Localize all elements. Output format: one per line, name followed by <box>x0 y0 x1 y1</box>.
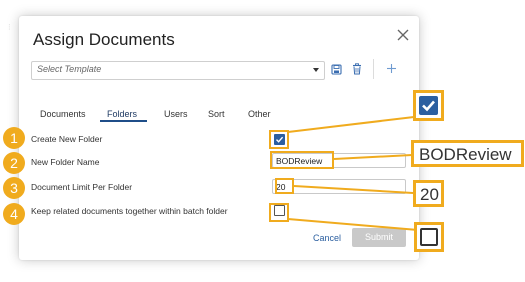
zoom-document-limit-text: 20 <box>420 185 439 204</box>
zoom-checked-checkbox <box>413 90 444 121</box>
zoom-checkbox-checked-fill <box>419 96 438 115</box>
zoom-unchecked-checkbox <box>414 222 444 252</box>
zoom-folder-name-text: BODReview <box>419 145 512 164</box>
checkmark-icon <box>422 100 435 112</box>
zoom-checkbox-unchecked <box>420 228 438 246</box>
zoom-document-limit: 20 <box>413 180 444 207</box>
zoom-folder-name: BODReview <box>411 140 524 167</box>
